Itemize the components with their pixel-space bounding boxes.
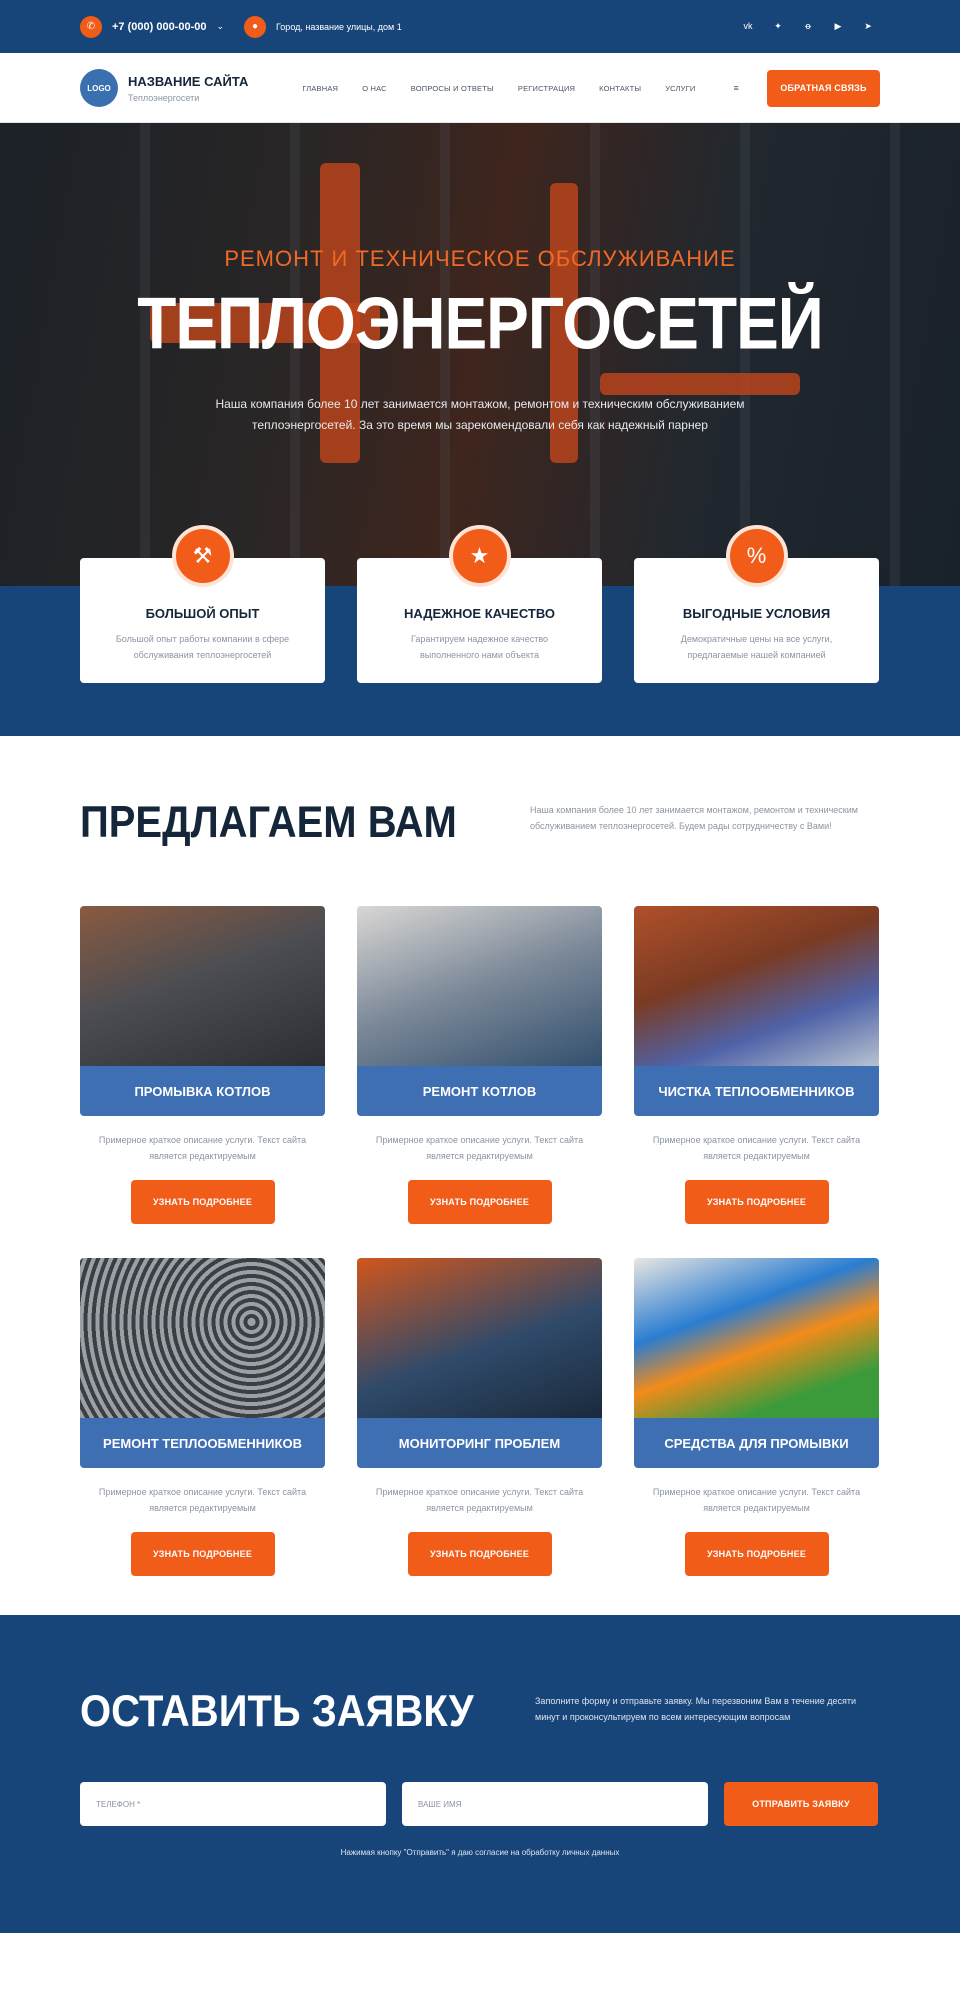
submit-request-button[interactable]: ОТПРАВИТЬ ЗАЯВКУ [724,1782,878,1826]
phone-icon: ✆ [80,15,102,38]
feature-title: НАДЕЖНОЕ КАЧЕСТВО [403,606,556,621]
nav-item-faq[interactable]: ВОПРОСЫ И ОТВЕТЫ [411,84,494,93]
service-card: МОНИТОРИНГ ПРОБЛЕМ Примерное краткое опи… [357,1258,602,1578]
learn-more-button[interactable]: УЗНАТЬ ПОДРОБНЕЕ [684,1180,829,1224]
top-bar: ✆ +7 (000) 000-00-00 ⌄ ● Город, название… [0,0,960,53]
nav-item-contacts[interactable]: КОНТАКТЫ [599,84,641,93]
feature-card: % ВЫГОДНЫЕ УСЛОВИЯ Демократичные цены на… [634,525,879,683]
main-nav: ГЛАВНАЯ О НАС ВОПРОСЫ И ОТВЕТЫ РЕГИСТРАЦ… [302,84,719,93]
service-text: Примерное краткое описание услуги. Текст… [98,1487,307,1513]
service-image[interactable] [634,906,879,1066]
site-subtitle: Теплоэнергосети [128,92,200,103]
feature-text: Большой опыт работы компании в сфере обс… [115,634,290,660]
service-text: Примерное краткое описание услуги. Текст… [652,1135,861,1161]
service-text: Примерное краткое описание услуги. Текст… [98,1135,307,1161]
service-title[interactable]: РЕМОНТ КОТЛОВ [357,1066,602,1116]
youtube-icon[interactable]: ▶ [830,21,846,32]
nav-item-about[interactable]: О НАС [362,84,387,93]
service-image[interactable] [80,1258,325,1418]
social-links: vk ✦ ꝋ ▶ ➤ [740,21,876,32]
location-pin-icon: ● [244,15,267,38]
nav-item-registration[interactable]: РЕГИСТРАЦИЯ [518,84,575,93]
learn-more-button[interactable]: УЗНАТЬ ПОДРОБНЕЕ [407,1180,552,1224]
award-icon: ★ [448,525,511,587]
service-cards: ПРОМЫВКА КОТЛОВ Примерное краткое описан… [80,906,880,1578]
service-image[interactable] [357,1258,602,1418]
feature-title: ВЫГОДНЫЕ УСЛОВИЯ [682,606,831,621]
logo[interactable]: LOGO [80,69,118,107]
service-image[interactable] [80,906,325,1066]
service-text: Примерное краткое описание услуги. Текст… [652,1487,861,1513]
service-image[interactable] [357,906,602,1066]
brand: НАЗВАНИЕ САЙТА Теплоэнергосети [128,74,248,103]
name-field[interactable]: ВАШЕ ИМЯ [402,1782,708,1826]
service-card: РЕМОНТ КОТЛОВ Примерное краткое описание… [357,906,602,1226]
offer-title: ПРЕДЛАГАЕМ ВАМ [80,798,457,848]
service-card: ЧИСТКА ТЕПЛООБМЕННИКОВ Примерное краткое… [634,906,879,1226]
feature-text: Демократичные цены на все услуги, предла… [680,634,833,660]
service-card: РЕМОНТ ТЕПЛООБМЕННИКОВ Примерное краткое… [80,1258,325,1578]
hero-title: ТЕПЛОЭНЕРГОСЕТЕЙ [137,281,824,365]
service-title[interactable]: ЧИСТКА ТЕПЛООБМЕННИКОВ [634,1066,879,1116]
chevron-down-icon[interactable]: ⌄ [216,21,224,32]
site-name[interactable]: НАЗВАНИЕ САЙТА [128,74,248,89]
nav-item-services[interactable]: УСЛУГИ [665,84,695,93]
feature-title: БОЛЬШОЙ ОПЫТ [145,606,260,621]
feature-card: ★ НАДЕЖНОЕ КАЧЕСТВО Гарантируем надежное… [357,525,602,683]
request-section: ОСТАВИТЬ ЗАЯВКУ Заполните форму и отправ… [0,1615,960,1933]
service-title[interactable]: ПРОМЫВКА КОТЛОВ [80,1066,325,1116]
hero-description: Наша компания более 10 лет занимается мо… [215,397,745,432]
discount-icon: % [725,525,788,587]
service-title[interactable]: МОНИТОРИНГ ПРОБЛЕМ [357,1418,602,1468]
phone-field[interactable]: ТЕЛЕФОН * [80,1782,386,1826]
service-title[interactable]: СРЕДСТВА ДЛЯ ПРОМЫВКИ [634,1418,879,1468]
service-title[interactable]: РЕМОНТ ТЕПЛООБМЕННИКОВ [80,1418,325,1468]
tools-icon: ⚒ [171,525,234,587]
offer-section: ПРЕДЛАГАЕМ ВАМ Наша компания более 10 ле… [0,588,960,1578]
learn-more-button[interactable]: УЗНАТЬ ПОДРОБНЕЕ [130,1180,275,1224]
odnoklassniki-icon[interactable]: ꝋ [800,21,816,32]
vk-icon[interactable]: vk [740,21,756,32]
menu-icon[interactable]: ≡ [734,83,739,93]
twitter-icon[interactable]: ✦ [770,21,786,32]
request-title: ОСТАВИТЬ ЗАЯВКУ [80,1687,474,1737]
phone-number[interactable]: +7 (000) 000-00-00 [112,21,206,33]
feedback-button[interactable]: ОБРАТНАЯ СВЯЗЬ [767,69,880,107]
nav-item-home[interactable]: ГЛАВНАЯ [302,84,338,93]
service-image[interactable] [634,1258,879,1418]
hero-text: РЕМОНТ И ТЕХНИЧЕСКОЕ ОБСЛУЖИВАНИЕ ТЕПЛОЭ… [0,246,960,436]
feature-card: ⚒ БОЛЬШОЙ ОПЫТ Большой опыт работы компа… [80,525,325,683]
offer-description: Наша компания более 10 лет занимается мо… [530,805,858,831]
service-card: ПРОМЫВКА КОТЛОВ Примерное краткое описан… [80,906,325,1226]
service-text: Примерное краткое описание услуги. Текст… [375,1135,584,1161]
learn-more-button[interactable]: УЗНАТЬ ПОДРОБНЕЕ [130,1532,275,1576]
learn-more-button[interactable]: УЗНАТЬ ПОДРОБНЕЕ [407,1532,552,1576]
features: ⚒ БОЛЬШОЙ ОПЫТ Большой опыт работы компа… [80,525,879,683]
telegram-icon[interactable]: ➤ [860,21,876,32]
hero-subtitle: РЕМОНТ И ТЕХНИЧЕСКОЕ ОБСЛУЖИВАНИЕ [224,246,736,271]
address: Город, название улицы, дом 1 [276,21,402,32]
consent-note: Нажимая кнопку "Отправить" я даю согласи… [340,1848,620,1857]
feature-text: Гарантируем надежное качество выполненно… [410,634,549,660]
service-card: СРЕДСТВА ДЛЯ ПРОМЫВКИ Примерное краткое … [634,1258,879,1578]
request-form: ТЕЛЕФОН * ВАШЕ ИМЯ ОТПРАВИТЬ ЗАЯВКУ [80,1782,880,1826]
hero: РЕМОНТ И ТЕХНИЧЕСКОЕ ОБСЛУЖИВАНИЕ ТЕПЛОЭ… [0,123,960,736]
learn-more-button[interactable]: УЗНАТЬ ПОДРОБНЕЕ [684,1532,829,1576]
request-description: Заполните форму и отправьте заявку. Мы п… [535,1696,857,1722]
header: LOGO НАЗВАНИЕ САЙТА Теплоэнергосети ГЛАВ… [0,53,960,123]
service-text: Примерное краткое описание услуги. Текст… [375,1487,584,1513]
